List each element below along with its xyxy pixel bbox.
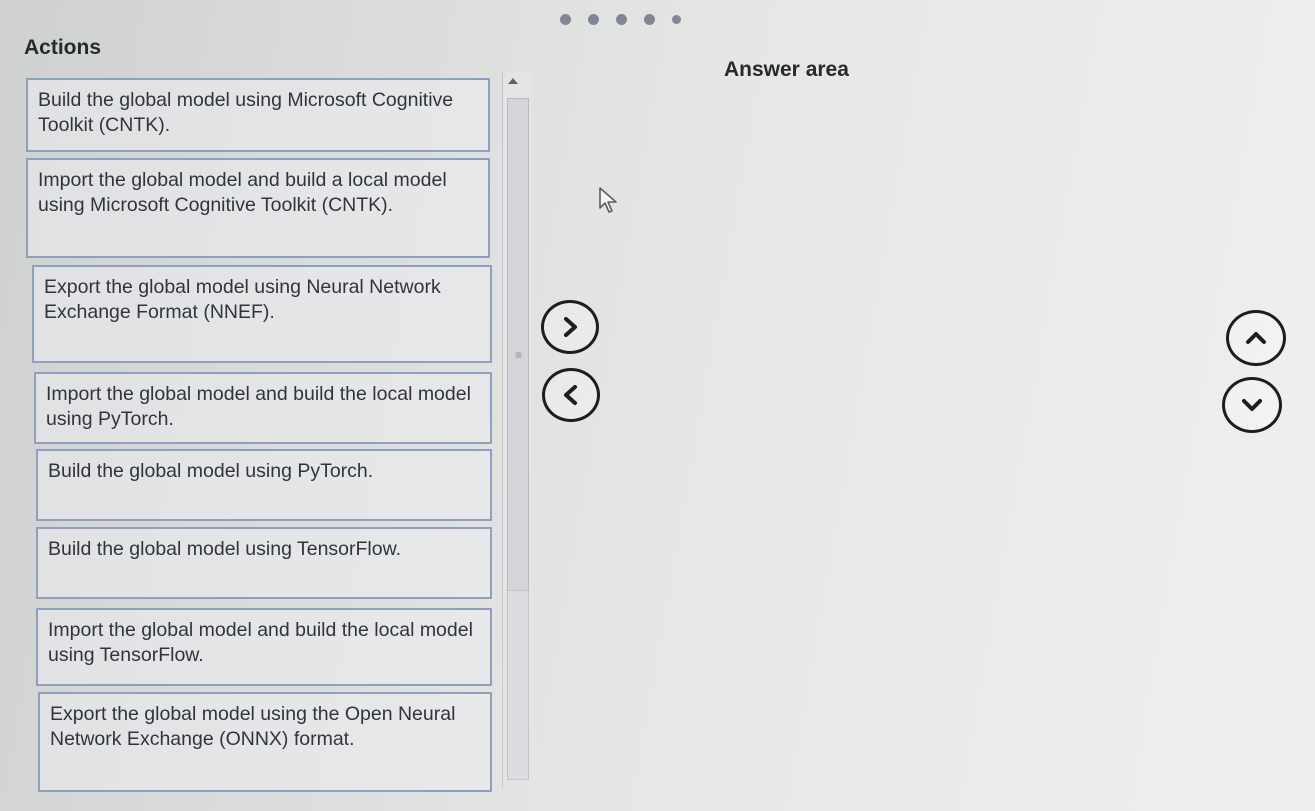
progress-dot	[644, 14, 655, 25]
progress-dots	[560, 14, 681, 25]
scroll-thumb[interactable]: ≡	[507, 98, 529, 628]
chevron-right-icon	[564, 317, 577, 337]
move-right-button[interactable]	[541, 300, 599, 354]
action-item[interactable]: Build the global model using Microsoft C…	[26, 78, 490, 152]
progress-dot	[616, 14, 627, 25]
answer-area-heading: Answer area	[724, 58, 849, 81]
move-left-button[interactable]	[542, 368, 600, 422]
action-item[interactable]: Build the global model using PyTorch.	[36, 449, 492, 521]
move-up-button[interactable]	[1226, 310, 1286, 366]
action-item[interactable]: Import the global model and build the lo…	[36, 608, 492, 686]
scroll-track-lower[interactable]	[507, 590, 529, 780]
actions-list: Build the global model using Microsoft C…	[26, 72, 498, 794]
progress-dot	[560, 14, 571, 25]
chevron-left-icon	[564, 385, 577, 405]
action-item[interactable]: Import the global model and build the lo…	[34, 372, 492, 444]
actions-scrollbar[interactable]: ≡	[502, 72, 532, 788]
action-item[interactable]: Build the global model using TensorFlow.	[36, 527, 492, 599]
progress-dot	[672, 15, 681, 24]
grip-icon: ≡	[515, 348, 523, 362]
scroll-up-arrow-icon[interactable]	[508, 78, 518, 84]
mouse-cursor-icon	[598, 186, 624, 219]
chevron-up-icon	[1246, 332, 1266, 344]
action-item[interactable]: Export the global model using Neural Net…	[32, 265, 492, 363]
progress-dot	[588, 14, 599, 25]
move-down-button[interactable]	[1222, 377, 1282, 433]
action-item[interactable]: Export the global model using the Open N…	[38, 692, 492, 792]
chevron-down-icon	[1242, 399, 1262, 411]
action-item[interactable]: Import the global model and build a loca…	[26, 158, 490, 258]
actions-heading: Actions	[24, 36, 102, 59]
